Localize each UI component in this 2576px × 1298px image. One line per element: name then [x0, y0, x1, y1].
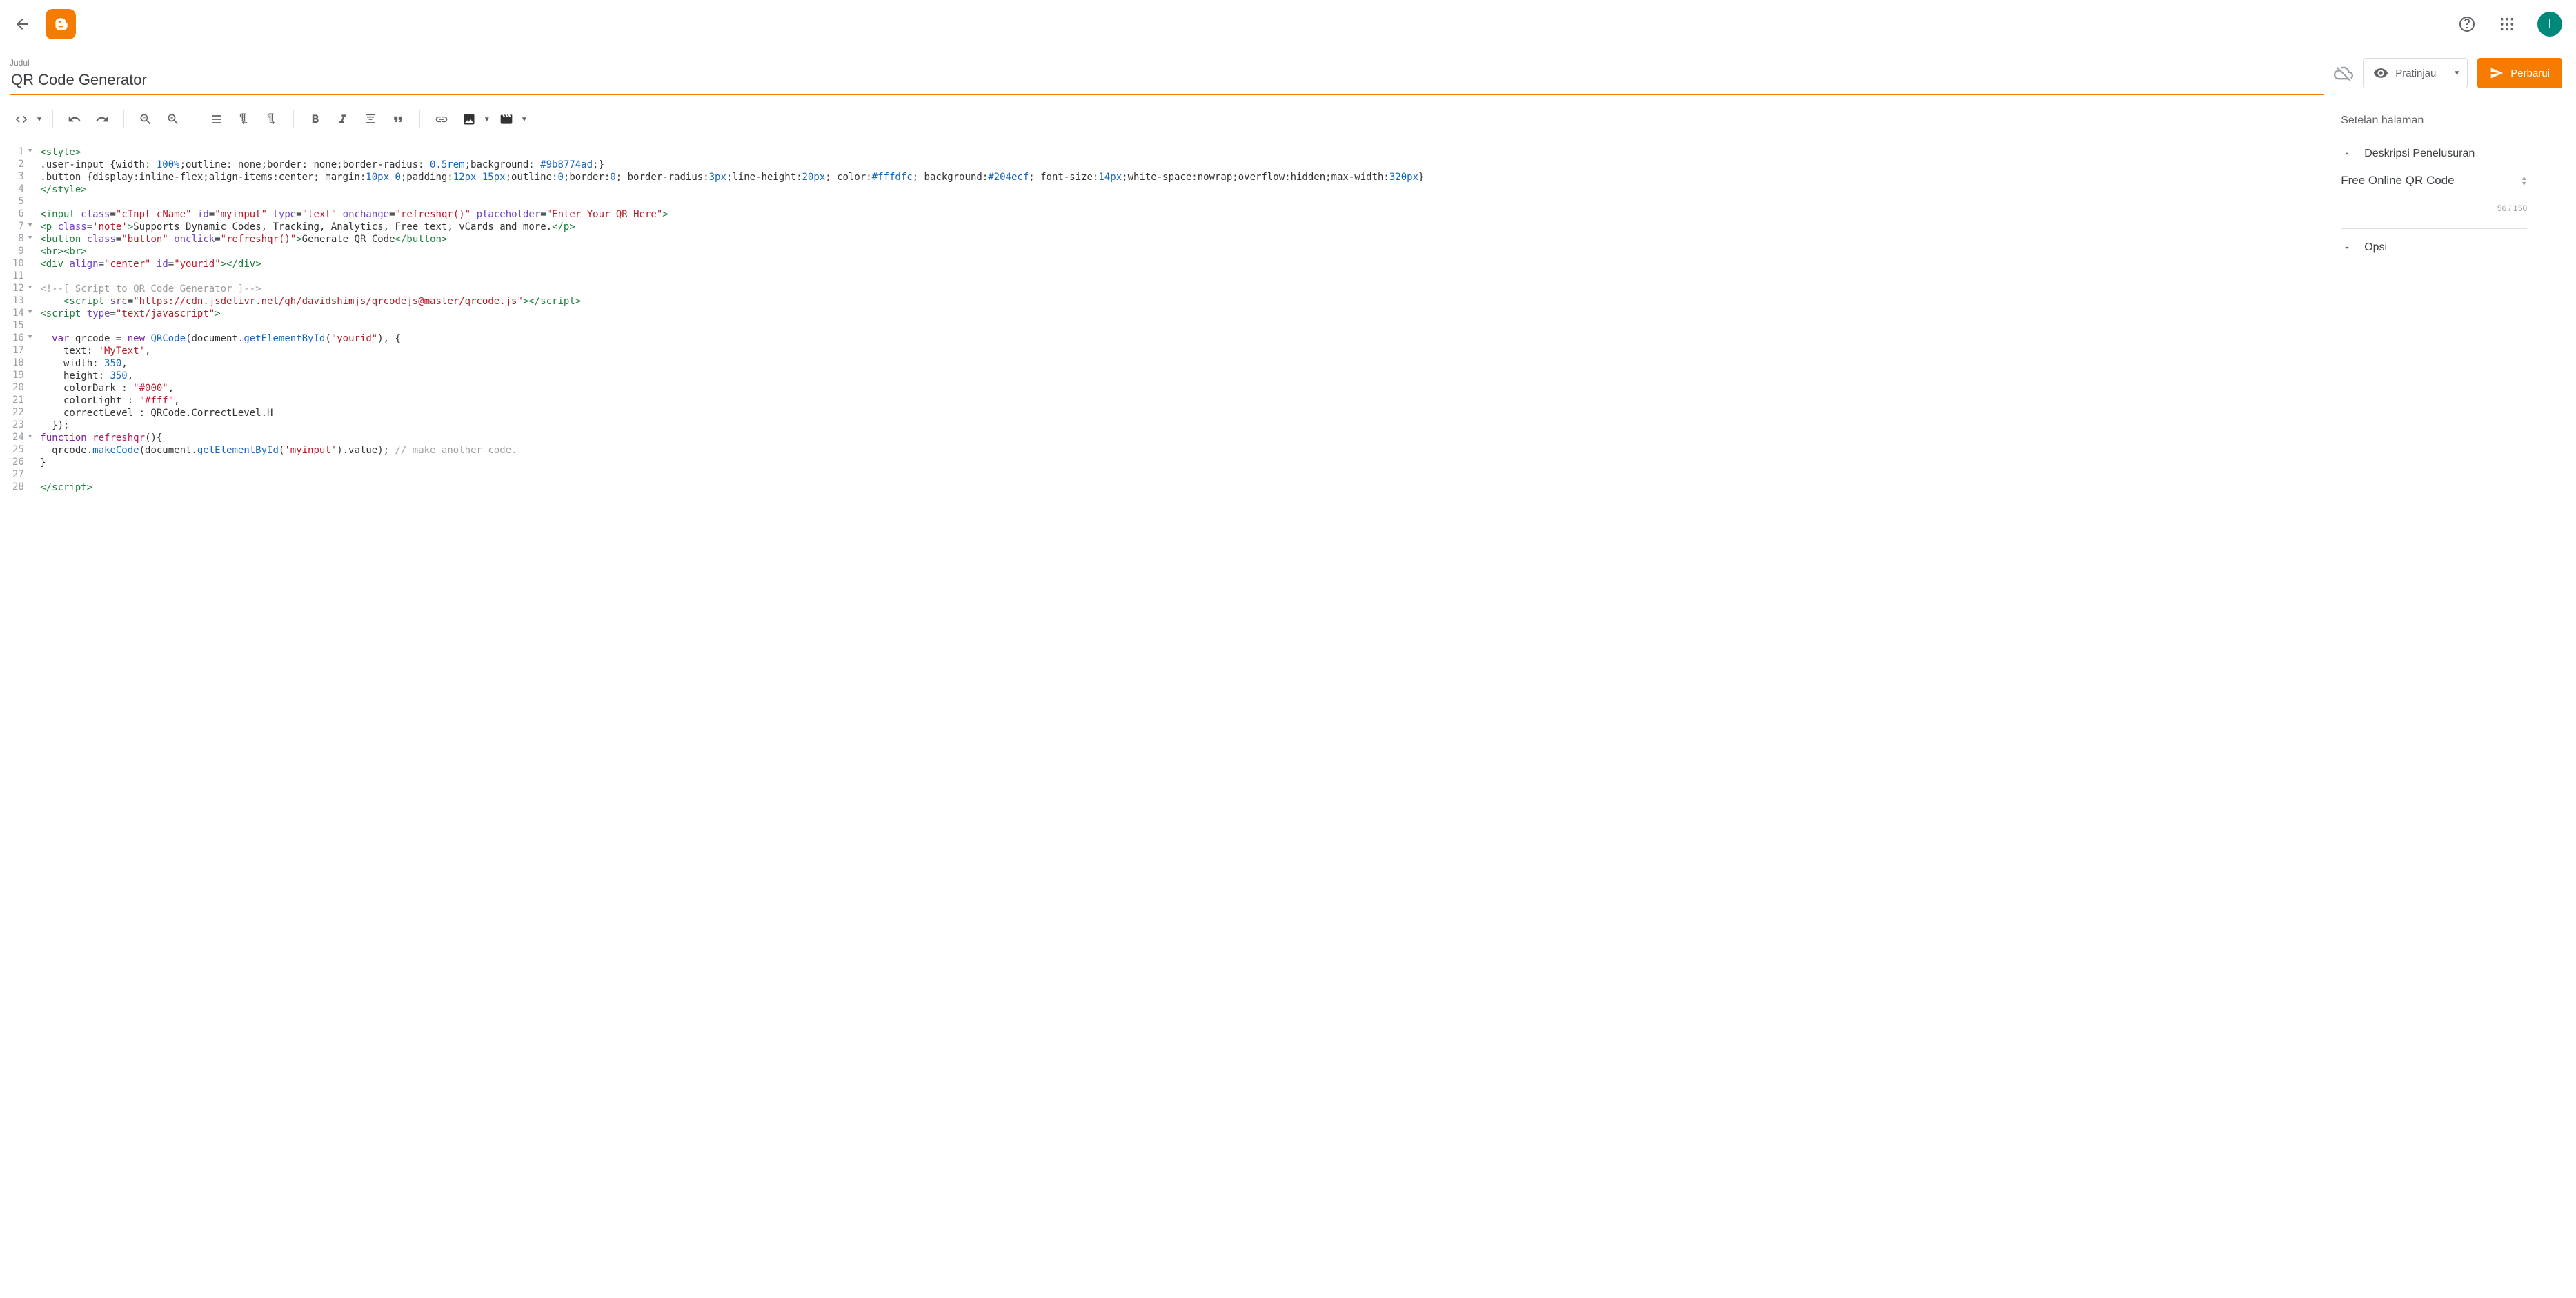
- chevron-up-icon: [2341, 149, 2353, 159]
- avatar-initial: I: [2548, 17, 2551, 31]
- separator: [293, 110, 294, 128]
- chevron-down-icon[interactable]: ▼: [36, 116, 43, 123]
- redo-button[interactable]: [90, 108, 114, 131]
- apps-grid-icon[interactable]: [2497, 14, 2517, 34]
- italic-button[interactable]: [331, 108, 355, 131]
- options-label: Opsi: [2364, 241, 2387, 254]
- preview-dropdown[interactable]: ▼: [2446, 59, 2467, 88]
- zoom-in-button[interactable]: [161, 108, 185, 131]
- undo-button[interactable]: [63, 108, 86, 131]
- line-gutter: 1▼2 3 4 5 6 7▼8▼9 10 11 12▼13 14▼15 16▼1…: [10, 141, 37, 497]
- help-icon[interactable]: [2457, 14, 2477, 34]
- update-label: Perbarui: [2510, 68, 2550, 79]
- title-block: Judul: [10, 58, 2324, 95]
- update-button[interactable]: Perbarui: [2477, 58, 2562, 88]
- chevron-down-icon[interactable]: ▼: [484, 116, 491, 123]
- video-button[interactable]: [495, 108, 518, 131]
- ltr-button[interactable]: [232, 108, 256, 131]
- back-arrow-icon[interactable]: [14, 16, 30, 32]
- zoom-out-button[interactable]: [134, 108, 157, 131]
- separator: [419, 110, 420, 128]
- preview-button[interactable]: Pratinjau: [2364, 59, 2446, 88]
- link-button[interactable]: [430, 108, 453, 131]
- code-area[interactable]: <style>.user-input {width: 100%;outline:…: [37, 141, 2324, 497]
- preview-button-group: Pratinjau ▼: [2363, 58, 2468, 88]
- html-view-button[interactable]: [10, 108, 33, 131]
- title-label: Judul: [10, 58, 2324, 68]
- eye-icon: [2373, 66, 2388, 81]
- chevron-down-icon: [2341, 243, 2353, 252]
- image-button[interactable]: [457, 108, 481, 131]
- avatar[interactable]: I: [2537, 12, 2562, 37]
- rtl-button[interactable]: [260, 108, 284, 131]
- chevron-down-icon[interactable]: ▼: [521, 116, 528, 123]
- settings-heading: Setelan halaman: [2341, 114, 2527, 127]
- code-editor[interactable]: 1▼2 3 4 5 6 7▼8▼9 10 11 12▼13 14▼15 16▼1…: [10, 141, 2324, 497]
- quote-button[interactable]: [386, 108, 410, 131]
- separator: [52, 110, 53, 128]
- stepper[interactable]: ▲▼: [2521, 175, 2527, 186]
- blogger-logo-icon[interactable]: [46, 9, 76, 39]
- app-header: I: [0, 0, 2576, 48]
- chevron-down-icon: ▼: [2453, 70, 2460, 77]
- cloud-off-icon: [2334, 63, 2353, 83]
- editor-toolbar: ▼ ▼ ▼: [10, 103, 2324, 141]
- send-icon: [2490, 66, 2504, 80]
- line-spacing-button[interactable]: [205, 108, 228, 131]
- search-description-toggle[interactable]: Deskripsi Penelusuran: [2341, 141, 2527, 167]
- right-panel: Setelan halaman Deskripsi Penelusuran ▲▼…: [2334, 98, 2541, 273]
- char-counter: 56 / 150: [2341, 203, 2527, 213]
- options-toggle[interactable]: Opsi: [2341, 234, 2527, 261]
- separator: [123, 110, 124, 128]
- chevron-down-icon: ▼: [2521, 181, 2527, 186]
- preview-label: Pratinjau: [2395, 68, 2436, 79]
- format-button[interactable]: [359, 108, 382, 131]
- search-description-input[interactable]: [2341, 170, 2517, 192]
- search-description-label: Deskripsi Penelusuran: [2364, 148, 2475, 160]
- bold-button[interactable]: [304, 108, 327, 131]
- page-title-input[interactable]: [10, 70, 2324, 90]
